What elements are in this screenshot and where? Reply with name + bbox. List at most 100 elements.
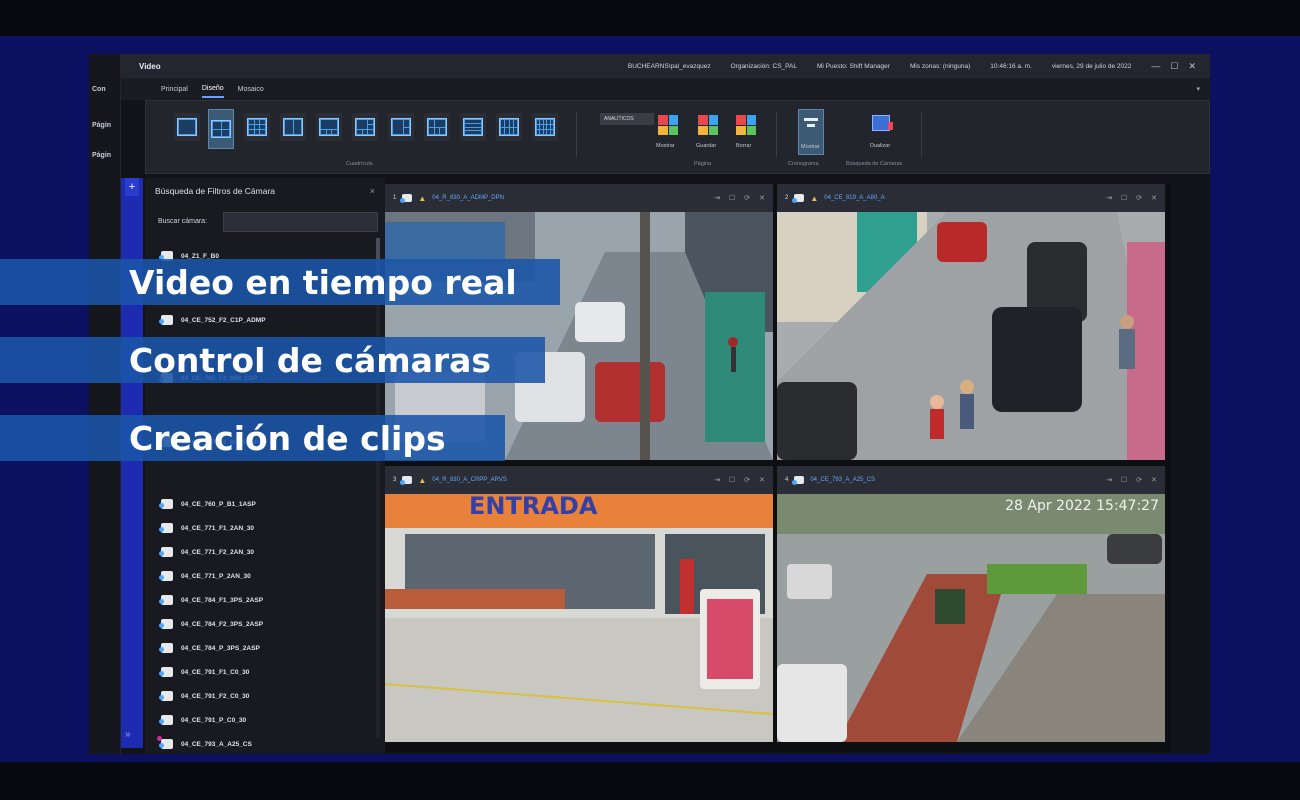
camera-list-item[interactable]: 04_CE_793_A_A25_CS: [157, 736, 252, 752]
banner-clip-creation-text: Creación de clips: [129, 419, 446, 458]
layout-wide-button[interactable]: [424, 113, 450, 141]
camera-icon: [159, 315, 173, 325]
camera-icon: [157, 736, 173, 749]
video-pane-header: 2 ▲ 04_CE_819_A_A80_A ⇥ ☐ ⟳ ✕: [777, 184, 1165, 212]
camera-list-item[interactable]: 04_CE_791_F2_C0_30: [159, 688, 249, 704]
close-icon[interactable]: ✕: [1151, 476, 1157, 484]
camera-list-item[interactable]: 04_CE_791_P_C0_30: [159, 712, 246, 728]
clock-date: viernes, 29 de julio de 2022: [1051, 62, 1132, 70]
close-icon[interactable]: ✕: [1188, 61, 1196, 72]
camera-list-scrollbar[interactable]: [376, 238, 380, 738]
close-icon[interactable]: ✕: [1151, 194, 1157, 202]
pane-index: 2: [785, 195, 789, 201]
layout-2x2-button[interactable]: [208, 109, 234, 149]
page-save-icon[interactable]: [698, 115, 718, 135]
camera-icon: [159, 691, 173, 701]
camera-list-item[interactable]: 04_CE_752_F2_C1P_ADMP: [159, 312, 266, 328]
video-feed-sidewalk[interactable]: [777, 212, 1165, 460]
layout-1x1-button[interactable]: [174, 113, 200, 141]
page-delete-button[interactable]: Borrar: [736, 143, 751, 149]
refresh-icon[interactable]: ⟳: [744, 476, 750, 484]
layout-4x4-button[interactable]: [496, 113, 522, 141]
maximize-icon[interactable]: ☐: [1121, 476, 1127, 484]
layout-3x3-button[interactable]: [244, 113, 270, 141]
layout-1plus2-button[interactable]: [388, 113, 414, 141]
pin-icon[interactable]: ⇥: [1106, 476, 1112, 484]
camera-list-item[interactable]: 04_CE_771_F2_2AN_30: [159, 544, 254, 560]
layout-1plus3-icon: [319, 118, 339, 136]
camera-list-item[interactable]: 04_CE_784_F2_3PS_2ASP: [159, 616, 263, 632]
minimize-icon[interactable]: —: [1151, 61, 1160, 72]
analytics-dropdown[interactable]: ANALÍTICOS: [600, 113, 654, 125]
rail-item-page-1[interactable]: Págin: [92, 122, 111, 129]
camera-list-item[interactable]: 04_CE_784_P_3PS_2ASP: [159, 640, 260, 656]
camera-list-item[interactable]: 04_CE_784_F1_3PS_2ASP: [159, 592, 264, 608]
camera-name: 04_CE_784_P_3PS_2ASP: [181, 644, 260, 652]
dualize-icon[interactable]: [872, 115, 893, 131]
maximize-icon[interactable]: ☐: [729, 194, 735, 202]
video-pane-2[interactable]: 2 ▲ 04_CE_819_A_A80_A ⇥ ☐ ⟳ ✕: [777, 184, 1165, 460]
video-pane-header: 1 ▲ 04_R_830_A_ADMP_DPN ⇥ ☐ ⟳ ✕: [385, 184, 773, 212]
tab-principal[interactable]: Principal: [161, 82, 188, 97]
add-page-button[interactable]: +: [125, 178, 139, 196]
camera-name: 04_CE_784_F1_3PS_2ASP: [181, 596, 264, 604]
group-label-grid: Cuadrícula: [346, 161, 373, 167]
expand-rail-icon[interactable]: »: [125, 729, 131, 740]
layout-1plus3-button[interactable]: [316, 113, 342, 141]
pin-icon[interactable]: ⇥: [714, 476, 720, 484]
video-pane-3[interactable]: 3 ▲ 04_R_830_A_CRPP_ARVS ⇥ ☐ ⟳ ✕ ENTRADA: [385, 466, 773, 742]
layout-1plus5-button[interactable]: [352, 113, 378, 141]
pin-icon[interactable]: ⇥: [714, 194, 720, 202]
camera-name: 04_CE_771_F1_2AN_30: [181, 524, 254, 532]
camera-name: 04_CE_791_F1_C0_30: [181, 668, 250, 676]
camera-list-item[interactable]: 04_CE_771_F1_2AN_30: [159, 520, 254, 536]
page-show-button[interactable]: Mostrar: [656, 143, 675, 149]
maximize-icon[interactable]: ☐: [1170, 61, 1178, 72]
store-entrance-image: [385, 494, 773, 742]
close-icon[interactable]: ✕: [759, 194, 765, 202]
camera-list-item[interactable]: 04_CE_760_P_B1_1ASP: [159, 496, 256, 512]
layout-2col-button[interactable]: [280, 113, 306, 141]
page-delete-icon[interactable]: [736, 115, 756, 135]
camera-icon: [792, 194, 805, 203]
video-feed-store-entrance[interactable]: ENTRADA: [385, 494, 773, 742]
warning-icon: ▲: [418, 475, 427, 485]
rail-item-page-2[interactable]: Págin: [92, 152, 111, 159]
tab-diseno[interactable]: Diseño: [201, 81, 224, 98]
camera-list-item[interactable]: 04_CE_791_F1_C0_30: [159, 664, 250, 680]
video-feed-plaza[interactable]: 28 Apr 2022 15:47:27: [777, 494, 1165, 742]
video-timestamp-overlay: 28 Apr 2022 15:47:27: [1005, 498, 1159, 514]
group-label-timeline: Cronograma: [788, 161, 819, 167]
maximize-icon[interactable]: ☐: [1121, 194, 1127, 202]
maximize-icon[interactable]: ☐: [729, 476, 735, 484]
layout-1plus2-icon: [391, 118, 411, 136]
group-label-page: Página: [694, 161, 712, 167]
pane-index: 4: [785, 477, 789, 483]
post-label: Mi Puesto: Shift Manager: [816, 62, 890, 70]
dualize-button[interactable]: Dualizar: [870, 143, 890, 149]
timeline-show-button[interactable]: Mostrar: [798, 109, 824, 155]
video-pane-4[interactable]: 4 04_CE_793_A_A25_CS ⇥ ☐ ⟳ ✕ 28 Apr 2022…: [777, 466, 1165, 742]
pane-camera-name: 04_CE_793_A_A25_CS: [810, 477, 876, 483]
tab-mosaico[interactable]: Mosaico: [238, 82, 264, 97]
refresh-icon[interactable]: ⟳: [1136, 476, 1142, 484]
ribbon-separator: [576, 111, 577, 157]
refresh-icon[interactable]: ⟳: [1136, 194, 1142, 202]
organization-label: Organización: CS_PAL: [730, 62, 797, 70]
ribbon-toolbar: Cuadrícula ANALÍTICOS Mostrar Guardar Bo…: [145, 100, 1210, 174]
layout-rows-button[interactable]: [460, 113, 486, 141]
refresh-icon[interactable]: ⟳: [744, 194, 750, 202]
camera-list-item[interactable]: 04_CE_771_P_2AN_30: [159, 568, 251, 584]
collapse-ribbon-icon[interactable]: ▾: [1196, 85, 1200, 93]
camera-icon: [159, 499, 173, 509]
camera-name: 04_CE_752_F2_C1P_ADMP: [181, 316, 266, 324]
pin-icon[interactable]: ⇥: [1106, 194, 1112, 202]
page-save-button[interactable]: Guardar: [696, 143, 716, 149]
panel-close-icon[interactable]: ×: [370, 186, 375, 196]
rail-item-controls[interactable]: Con: [92, 86, 106, 93]
page-show-icon[interactable]: [658, 115, 678, 135]
camera-search-input[interactable]: [223, 212, 378, 232]
layout-5x5-button[interactable]: [532, 113, 558, 141]
user-name[interactable]: BUCHEARNS\pal_evazquez: [628, 63, 711, 70]
close-icon[interactable]: ✕: [759, 476, 765, 484]
